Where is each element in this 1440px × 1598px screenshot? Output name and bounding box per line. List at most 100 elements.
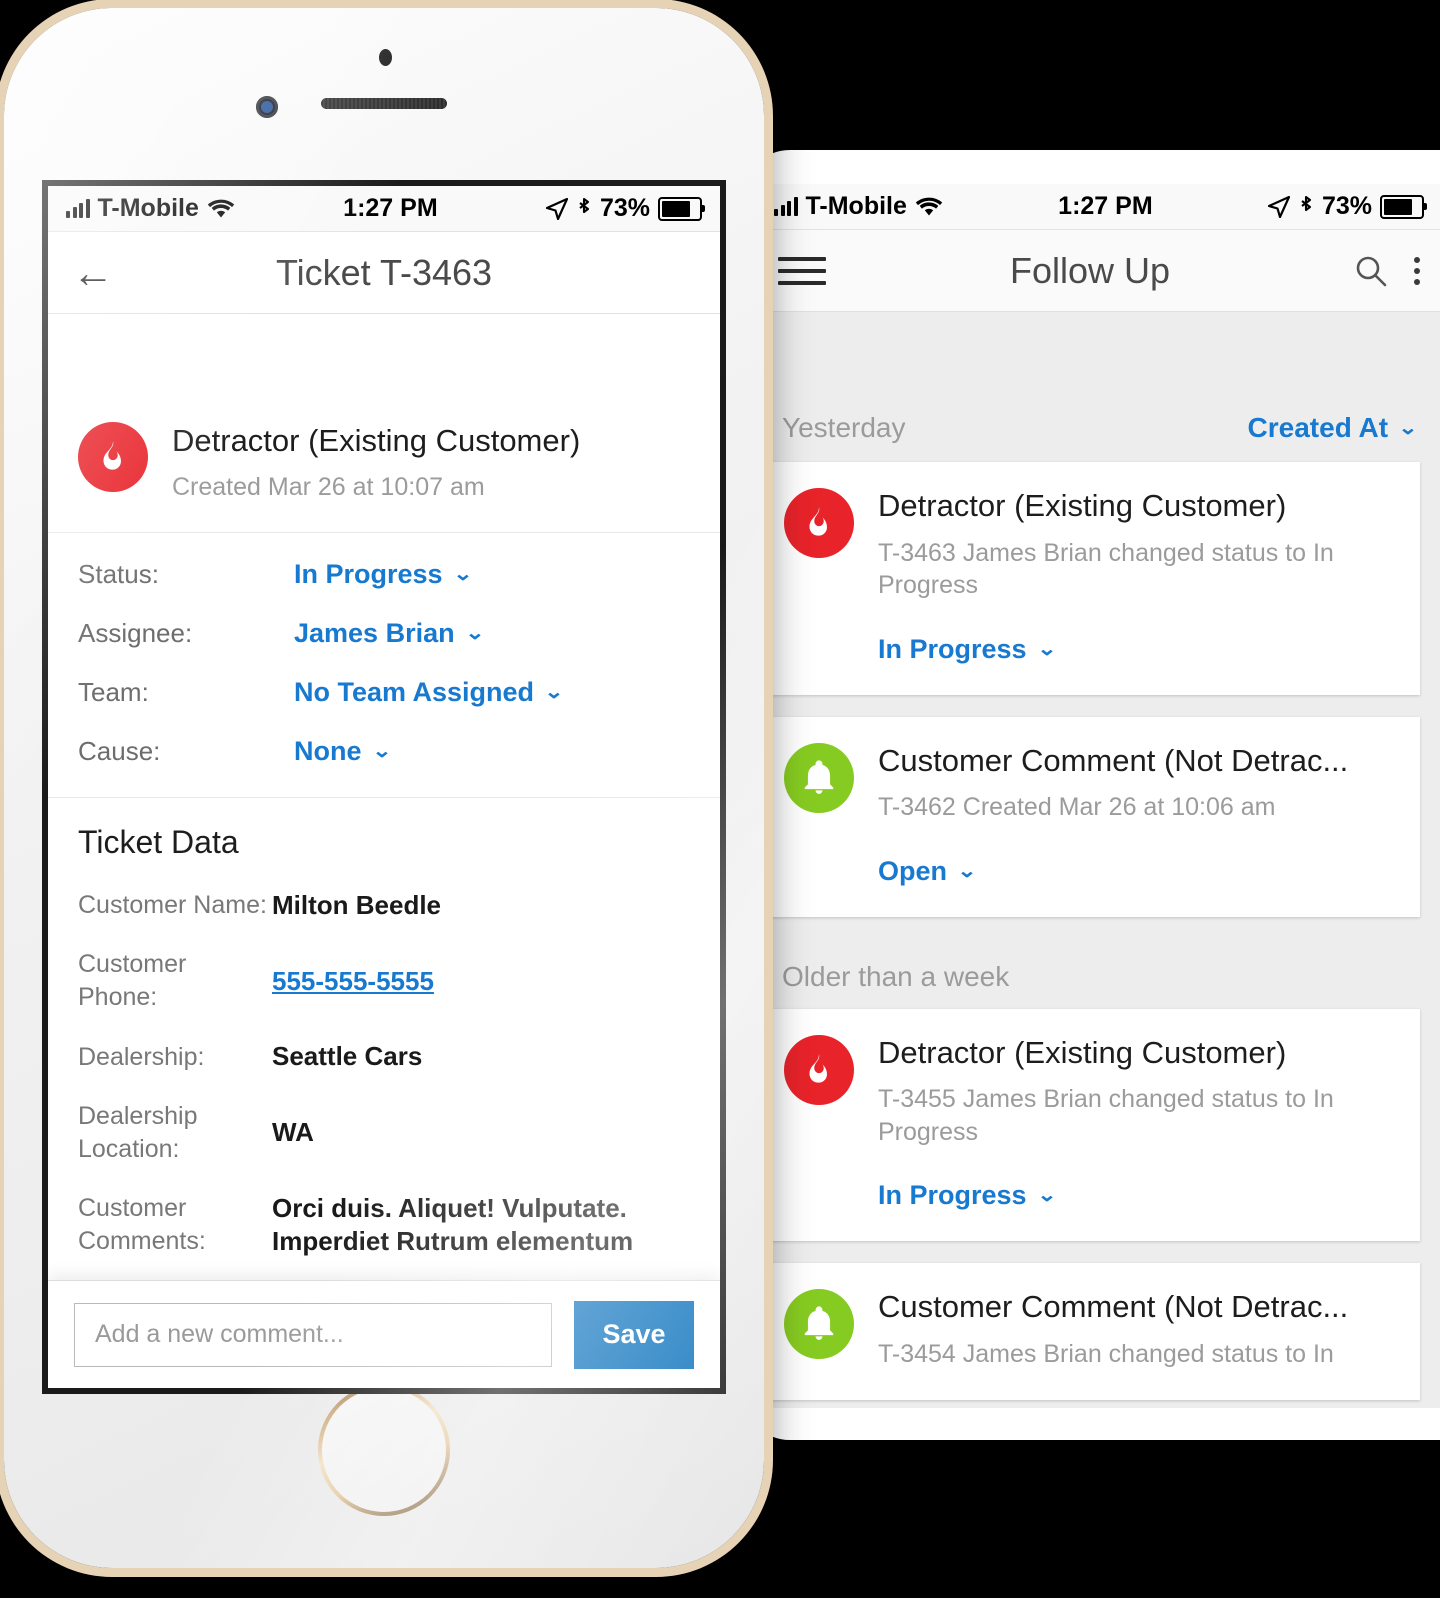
card-subtitle: T-3462 Created Mar 26 at 10:06 am [878, 793, 1276, 822]
carrier-label: T-Mobile [805, 192, 907, 220]
group-label-yesterday: Yesterday [782, 412, 906, 443]
data-value: Seattle Cars [272, 1041, 423, 1072]
list-item[interactable]: Customer Comment (Not Detrac... T-3462 C… [756, 716, 1420, 917]
battery-icon [658, 196, 705, 221]
card-status-dropdown[interactable]: In Progress ⌄ [878, 634, 1392, 665]
status-label: In Progress [878, 1180, 1027, 1211]
status-dropdown[interactable]: In Progress ⌄ [294, 559, 472, 590]
field-assignee: Assignee: James Brian ⌄ [78, 618, 690, 649]
status-label: In Progress [878, 633, 1027, 664]
field-cause: Cause: None ⌄ [78, 736, 690, 767]
follow-up-scroll-area[interactable]: Yesterday Created At ⌄ Detractor (Existi… [756, 394, 1440, 1408]
flame-icon [784, 1034, 854, 1105]
cause-dropdown[interactable]: None ⌄ [294, 736, 392, 767]
list-item[interactable]: Detractor (Existing Customer) T-3455 Jam… [756, 1008, 1420, 1242]
data-value: Orci duis. Aliquet! Vulputate. Imperdiet… [272, 1192, 634, 1256]
page-title-follow-up: Follow Up [1009, 249, 1171, 291]
status-label: Open [878, 855, 948, 886]
assignee-dropdown[interactable]: James Brian ⌄ [294, 618, 485, 649]
navbar-ticket-detail: ← Ticket T-3463 [48, 232, 720, 314]
list-item[interactable]: Customer Comment (Not Detrac... T-3454 J… [756, 1263, 1420, 1401]
signal-bars-icon [66, 199, 90, 218]
search-icon[interactable] [1354, 254, 1388, 288]
status-bar-left: T-Mobile 1:27 PM 73% [48, 186, 720, 232]
section-heading-ticket-data: Ticket Data [78, 824, 239, 861]
card-subtitle: T-3454 James Brian changed status to In [878, 1339, 1334, 1368]
group-label-older-than-a-week: Older than a week [756, 938, 1440, 1009]
data-value: Milton Beedle [272, 890, 442, 921]
battery-percent-label: 73% [599, 194, 650, 222]
screen-follow-up: T-Mobile 1:27 PM 73% Follow Up Yesterday… [756, 184, 1440, 1408]
chevron-down-icon: ⌄ [464, 623, 485, 645]
chevron-down-icon: ⌄ [1398, 417, 1418, 439]
data-row-dealership-location: Dealership Location: WA [78, 1100, 690, 1166]
sort-by-button[interactable]: Created At ⌄ [1248, 412, 1418, 444]
bell-icon [784, 1289, 854, 1360]
card-title: Customer Comment (Not Detrac... [878, 742, 1349, 778]
data-label: Customer Comments: [78, 1193, 206, 1255]
field-status: Status: In Progress ⌄ [78, 559, 690, 590]
sort-bar: Yesterday Created At ⌄ [756, 394, 1440, 462]
card-status-dropdown[interactable]: In Progress ⌄ [878, 1180, 1392, 1211]
screen-ticket-detail: T-Mobile 1:27 PM 73% ← Ticket T-3463 Det… [48, 186, 720, 1388]
page-title-ticket: Ticket T-3463 [275, 251, 493, 293]
comment-composer: Save [48, 1280, 720, 1388]
battery-percent-label: 73% [1321, 192, 1372, 220]
flame-icon [784, 488, 854, 558]
location-arrow-icon [1267, 195, 1290, 218]
chevron-down-icon: ⌄ [371, 741, 392, 763]
chevron-down-icon: ⌄ [1036, 1185, 1057, 1207]
wifi-icon [915, 197, 943, 216]
save-button[interactable]: Save [574, 1300, 694, 1369]
card-subtitle: T-3455 James Brian changed status to In … [878, 1085, 1334, 1146]
screenshot-stage: T-Mobile 1:27 PM 73% Follow Up Yesterday… [0, 0, 1440, 1598]
home-button[interactable] [318, 1384, 450, 1516]
chevron-down-icon: ⌄ [544, 682, 564, 704]
bluetooth-icon [579, 197, 590, 213]
status-bar-right: T-Mobile 1:27 PM 73% [756, 184, 1440, 230]
field-value: James Brian [294, 618, 455, 649]
list-item[interactable]: Detractor (Existing Customer) T-3463 Jam… [756, 462, 1420, 695]
battery-icon [1380, 194, 1427, 219]
field-label: Cause: [78, 736, 161, 767]
team-dropdown[interactable]: No Team Assigned ⌄ [294, 677, 564, 708]
hamburger-menu-icon[interactable] [778, 249, 826, 293]
ticket-detail-scroll-area[interactable]: Detractor (Existing Customer) Created Ma… [48, 396, 720, 1280]
card-title: Detractor (Existing Customer) [878, 488, 1287, 523]
wifi-icon [207, 199, 235, 218]
customer-phone-link[interactable]: 555-555-5555 [272, 965, 434, 998]
data-label: Customer Name: [78, 891, 267, 920]
chevron-down-icon: ⌄ [1036, 638, 1057, 660]
signal-bars-icon [774, 197, 798, 216]
comment-input[interactable] [74, 1302, 552, 1367]
carrier-label: T-Mobile [97, 194, 199, 222]
earpiece-speaker [321, 98, 447, 109]
card-subtitle: T-3463 James Brian changed status to In … [878, 538, 1334, 600]
ticket-fields: Status: In Progress ⌄ Assignee: James Br… [48, 533, 720, 799]
ticket-data-section: Ticket Data Customer Name: Milton Beedle… [48, 798, 720, 1280]
ticket-type-title: Detractor (Existing Customer) [172, 423, 581, 458]
navbar-follow-up: Follow Up [756, 230, 1440, 312]
flame-icon [78, 422, 148, 492]
data-label: Dealership Location: [78, 1101, 198, 1163]
bell-icon [784, 742, 854, 813]
data-value: WA [272, 1117, 314, 1148]
card-status-dropdown[interactable]: Open ⌄ [878, 856, 1392, 887]
phone-device-right: T-Mobile 1:27 PM 73% Follow Up Yesterday… [742, 150, 1440, 1440]
location-arrow-icon [545, 197, 568, 220]
clock-label: 1:27 PM [343, 194, 438, 222]
data-row-customer-name: Customer Name: Milton Beedle [78, 889, 690, 922]
field-label: Status: [78, 559, 159, 590]
ticket-created-label: Created Mar 26 at 10:07 am [172, 473, 485, 502]
bluetooth-icon [1301, 195, 1312, 211]
data-row-customer-comments: Customer Comments: Orci duis. Aliquet! V… [78, 1192, 690, 1259]
phone-device-left: T-Mobile 1:27 PM 73% ← Ticket T-3463 Det… [4, 8, 764, 1568]
field-value: None [294, 736, 362, 767]
card-title: Detractor (Existing Customer) [878, 1034, 1287, 1070]
ticket-header: Detractor (Existing Customer) Created Ma… [48, 396, 720, 534]
back-arrow-icon[interactable]: ← [72, 251, 142, 294]
more-vertical-icon[interactable] [1414, 252, 1420, 290]
data-row-dealership: Dealership: Seattle Cars [78, 1040, 690, 1073]
data-row-customer-phone: Customer Phone: 555-555-5555 [78, 948, 690, 1014]
clock-label: 1:27 PM [1058, 192, 1153, 220]
